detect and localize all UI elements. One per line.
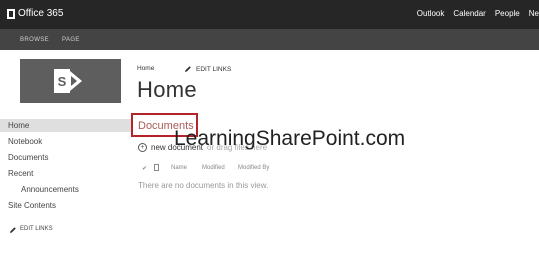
nav-item-notebook[interactable]: Notebook (8, 135, 42, 148)
nav-item-recent[interactable]: Recent (8, 167, 33, 180)
plus-icon: + (138, 143, 147, 152)
nav-item-announcements[interactable]: Announcements (21, 183, 79, 196)
page-title: Home (137, 77, 197, 102)
column-header-name[interactable]: Name (171, 165, 187, 171)
suite-link-outlook[interactable]: Outlook (417, 9, 445, 18)
nav-item-documents[interactable]: Documents (8, 151, 48, 164)
select-all-checkmark-icon[interactable]: ✔ (142, 165, 147, 172)
watermark-text: LearningSharePoint.com (174, 127, 406, 150)
suite-link-calendar[interactable]: Calendar (453, 9, 485, 18)
ribbon-bar: BROWSE PAGE (0, 29, 539, 50)
column-header-modified-by[interactable]: Modified By (238, 165, 269, 171)
office365-brand[interactable]: Office 365 (7, 8, 63, 19)
suite-link-people[interactable]: People (495, 9, 520, 18)
suite-link-overflow[interactable]: Ne (529, 9, 539, 18)
tab-browse[interactable]: BROWSE (20, 37, 49, 43)
suite-links: Outlook Calendar People Ne (417, 9, 539, 18)
nav-edit-links-label: EDIT LINKS (20, 226, 53, 232)
office365-label: Office 365 (18, 8, 64, 19)
nav-item-site-contents[interactable]: Site Contents (8, 199, 56, 212)
suite-bar: Office 365 Outlook Calendar People Ne (0, 0, 539, 29)
nav-item-home[interactable]: Home (0, 119, 132, 132)
pencil-icon (10, 226, 16, 233)
edit-links-button[interactable]: EDIT LINKS (184, 65, 231, 73)
office-logo-icon (7, 8, 15, 19)
empty-list-message: There are no documents in this view. (138, 181, 269, 190)
column-header-modified[interactable]: Modified (202, 165, 225, 171)
breadcrumb-home[interactable]: Home (137, 65, 154, 72)
sharepoint-logo-icon: S (54, 69, 82, 93)
logo-letter: S (58, 74, 67, 89)
pencil-icon (185, 66, 191, 72)
tab-page[interactable]: PAGE (62, 37, 80, 43)
nav-edit-links-button[interactable]: EDIT LINKS (9, 223, 53, 236)
site-logo[interactable]: S (20, 59, 121, 103)
file-type-icon (154, 164, 159, 171)
edit-links-label: EDIT LINKS (196, 65, 232, 73)
